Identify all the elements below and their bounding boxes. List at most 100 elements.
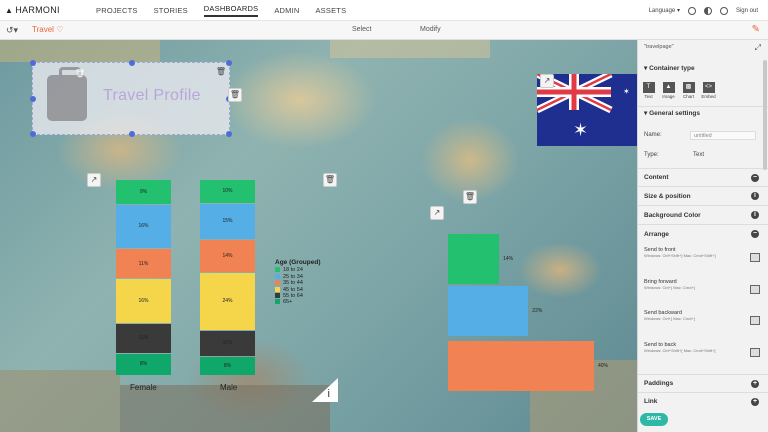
collapse-toggle-icon[interactable]: − xyxy=(751,174,759,182)
type-text-button[interactable]: T Text xyxy=(641,82,656,99)
bar-data-label: 22% xyxy=(532,308,543,314)
resize-handle[interactable] xyxy=(30,96,36,102)
expand-toggle-icon[interactable]: + xyxy=(751,380,759,388)
app-logo[interactable]: ▲ HARMONI xyxy=(5,5,60,15)
modify-mode-button[interactable]: Modify xyxy=(420,26,441,33)
resize-handle[interactable] xyxy=(129,131,135,137)
x-axis-label-female: Female xyxy=(130,383,157,392)
section-background-color[interactable]: Background Color i xyxy=(638,205,768,224)
info-icon: i xyxy=(327,388,330,400)
delete-icon[interactable]: 🗑 xyxy=(73,68,87,82)
resize-handle[interactable] xyxy=(30,131,36,137)
banknote-decoration xyxy=(120,385,330,432)
collapse-icon[interactable]: ⤢ xyxy=(755,43,761,53)
open-external-icon[interactable]: ↗ xyxy=(540,74,554,88)
info-toggle-icon[interactable]: i xyxy=(751,192,759,200)
section-container-type[interactable]: ▾ Container type xyxy=(638,62,768,76)
gear-icon[interactable] xyxy=(719,6,728,15)
section-link[interactable]: Link + xyxy=(638,392,768,410)
legend-label: 18 to 24 xyxy=(283,267,303,274)
chart-bar-segment[interactable]: 11% xyxy=(200,330,255,356)
chart-bar-segment[interactable]: 8% xyxy=(200,356,255,375)
chart-bar-segment[interactable]: 24% xyxy=(200,273,255,330)
open-external-icon[interactable]: ↗ xyxy=(430,206,444,220)
arrange-send-to-back[interactable]: Send to back Windows: Ctrl+Shift+[ Mac: … xyxy=(644,342,764,357)
dashboard-canvas[interactable]: Travel Profile 🗑 🗑 🗑 ✶ ✶ ↗ ↗ 🗑 9% 16% 11% 1… xyxy=(0,40,637,432)
select-mode-button[interactable]: Select xyxy=(352,26,371,33)
bar-data-label: 14% xyxy=(503,256,514,262)
dashboard-title[interactable]: Travel ♡ xyxy=(32,25,63,34)
age-stacked-bar-chart[interactable]: 9% 16% 11% 16% 11% 8% 10% 15% 14% 24% 11% 8% xyxy=(110,180,270,392)
bring-forward-icon xyxy=(750,285,760,294)
chart-bar[interactable] xyxy=(448,341,594,391)
chart-bar-segment[interactable]: 9% xyxy=(116,180,171,204)
open-external-icon[interactable]: ↗ xyxy=(87,173,101,187)
travel-profile-title: Travel Profile xyxy=(103,87,201,104)
delete-icon[interactable]: 🗑 xyxy=(323,173,337,187)
chart-bar-segment[interactable]: 14% xyxy=(200,239,255,273)
chart-bar-segment[interactable]: 11% xyxy=(116,249,171,279)
legend-swatch xyxy=(275,273,280,279)
bar-data-label: 11% xyxy=(138,335,149,342)
resize-handle[interactable] xyxy=(30,60,36,66)
bar-data-label: 9% xyxy=(139,188,148,195)
type-embed-button[interactable]: <> Embed xyxy=(701,82,716,99)
language-dropdown[interactable]: Language ▾ xyxy=(649,7,680,14)
delete-icon[interactable]: 🗑 xyxy=(463,190,477,204)
legend-swatch xyxy=(275,286,280,292)
top-nav-bar: ▲ HARMONI PROJECTS STORIES DASHBOARDS AD… xyxy=(0,0,768,21)
type-chart-button[interactable]: ▩ Chart xyxy=(681,82,696,99)
history-icon[interactable]: ↺▾ xyxy=(6,25,18,36)
resize-handle[interactable] xyxy=(226,60,232,66)
collapse-toggle-icon[interactable]: − xyxy=(751,230,759,238)
nav-projects[interactable]: PROJECTS xyxy=(96,6,138,15)
info-toggle-icon[interactable]: i xyxy=(751,211,759,219)
legend-item: 65+ xyxy=(275,299,321,305)
chart-bar-segment[interactable]: 16% xyxy=(116,279,171,323)
chevron-down-icon: ▾ xyxy=(644,110,648,117)
arrange-send-backward[interactable]: Send backward Windows: Ctrl+[ Mac: Cmd+[ xyxy=(644,310,764,325)
send-to-back-icon xyxy=(750,348,760,357)
name-field[interactable]: untitled xyxy=(690,131,756,140)
image-icon: ▲ xyxy=(662,82,675,93)
travel-profile-widget[interactable]: Travel Profile 🗑 xyxy=(30,60,232,137)
edit-pencil-icon[interactable]: ✎ xyxy=(752,24,760,35)
arrange-send-to-front[interactable]: Send to front Windows: Ctrl+Shift+] Mac:… xyxy=(644,247,764,262)
nav-assets[interactable]: ASSETS xyxy=(315,6,346,15)
chart-bar-segment[interactable]: 15% xyxy=(200,203,255,239)
contrast-icon[interactable] xyxy=(703,6,712,15)
nav-stories[interactable]: STORIES xyxy=(154,6,188,15)
section-general-settings[interactable]: ▾ General settings xyxy=(638,106,768,120)
delete-icon[interactable]: 🗑 xyxy=(228,88,242,102)
nav-admin[interactable]: ADMIN xyxy=(274,6,299,15)
chart-bar-segment[interactable]: 16% xyxy=(116,204,171,248)
resize-handle[interactable] xyxy=(129,60,135,66)
section-paddings[interactable]: Paddings + xyxy=(638,374,768,392)
save-button[interactable]: SAVE xyxy=(640,413,668,426)
sign-out-link[interactable]: Sign out xyxy=(736,8,758,14)
chart-bar[interactable] xyxy=(448,234,500,284)
delete-icon[interactable]: 🗑 xyxy=(214,66,228,80)
legend-swatch xyxy=(275,293,280,299)
main-nav: PROJECTS STORIES DASHBOARDS ADMIN ASSETS xyxy=(96,0,346,21)
panel-scrollbar[interactable] xyxy=(763,60,767,170)
chart-bar-segment[interactable]: 10% xyxy=(200,180,255,203)
text-icon: T xyxy=(642,82,655,93)
resize-handle[interactable] xyxy=(226,131,232,137)
legend-label: 45 to 54 xyxy=(283,286,303,293)
chart-bar-segment[interactable]: 11% xyxy=(116,323,171,353)
type-image-button[interactable]: ▲ Image xyxy=(661,82,676,99)
arrange-bring-forward[interactable]: Bring forward Windows: Ctrl+] Mac: Cmd+] xyxy=(644,279,764,294)
section-arrange[interactable]: Arrange − xyxy=(638,224,768,243)
section-size-position[interactable]: Size & position i xyxy=(638,186,768,205)
section-content[interactable]: Content − xyxy=(638,168,768,186)
chart-bar[interactable] xyxy=(448,286,529,336)
nav-dashboards[interactable]: DASHBOARDS xyxy=(203,4,259,17)
chart-bar-segment[interactable]: 8% xyxy=(116,353,171,375)
send-to-front-icon xyxy=(750,253,760,262)
expand-toggle-icon[interactable]: + xyxy=(751,398,759,406)
legend-swatch xyxy=(275,267,280,273)
eye-icon[interactable] xyxy=(687,6,696,15)
send-backward-icon xyxy=(750,316,760,325)
horizontal-bar-chart[interactable]: 14% 22% 40% xyxy=(448,230,637,395)
